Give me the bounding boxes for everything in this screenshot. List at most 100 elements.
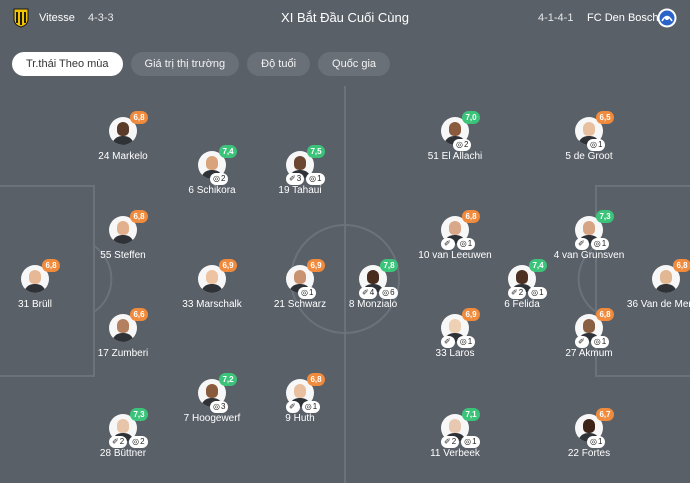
stat-value: 2 [451,437,457,446]
player-name[interactable]: 33 Marschalk [162,299,262,311]
rating-badge: 6,8 [462,210,480,223]
avatar-head [117,319,129,333]
goal-stat: ◎ 2 [453,139,472,151]
avatar-head [583,319,595,333]
rating-badge: 6,6 [130,308,148,321]
rating-badge: 7,2 [219,373,237,386]
player-name[interactable]: 19 Tahaui [250,185,350,197]
player-stats: ✐ ◎ 1 [441,336,476,348]
ball-icon: ◎ [590,140,597,149]
player-stats: ✐ ◎ 1 [441,238,476,250]
player-stats: ◎ 2 [453,139,472,151]
player-name[interactable]: 6 Felida [472,299,572,311]
goal-stat: ◎ 3 [210,401,229,413]
assist-stat: ✐ [575,238,589,250]
avatar-head [449,419,461,433]
stat-value: 1 [597,140,603,149]
player-name[interactable]: 22 Fortes [539,448,639,460]
rating-badge: 7,8 [380,259,398,272]
goal-stat: ◎ 1 [456,336,476,348]
ball-icon: ◎ [464,437,472,446]
goal-stat: ◎ 1 [590,238,610,250]
ball-icon: ◎ [531,288,539,297]
stat-value: 1 [601,337,607,346]
stat-value: 2 [220,174,226,183]
avatar-head [583,122,595,136]
ball-icon: ◎ [213,402,220,411]
avatar-head [206,156,218,170]
player-stats: ◎ 1 [298,287,317,299]
rating-badge: 6,9 [462,308,480,321]
player-stats: ✐ 2 ◎ 1 [441,436,480,448]
rating-badge: 6,8 [307,373,325,386]
player-name[interactable]: 4 van Grunsven [539,250,639,262]
avatar-shoulders [24,284,46,293]
player-name[interactable]: 11 Verbeek [405,448,505,460]
goal-stat: ◎ 1 [298,287,317,299]
assist-stat: ✐ 2 [109,436,128,448]
player-name[interactable]: 27 Akmum [539,348,639,360]
ball-icon: ◎ [590,437,597,446]
player-stats: ◎ 3 [210,401,229,413]
rating-badge: 6,8 [42,259,60,272]
player-stats: ✐ 2 ◎ 2 [109,436,148,448]
player-stats: ◎ 1 [587,139,606,151]
player-name[interactable]: 31 Brüll [0,299,85,311]
ball-icon: ◎ [213,174,220,183]
avatar-head [117,221,129,235]
stat-value: 1 [467,239,473,248]
player-name[interactable]: 17 Zumberi [73,348,173,360]
player-name[interactable]: 24 Markelo [73,151,173,163]
assist-stat: ✐ 2 [441,436,460,448]
assist-stat: ✐ 3 [286,173,305,185]
player-name[interactable]: 6 Schikora [162,185,262,197]
assist-stat: ✐ [575,336,589,348]
avatar-head [449,122,461,136]
stat-value: 2 [140,437,145,446]
assist-stat: ✐ [441,336,455,348]
player-name[interactable]: 5 de Groot [539,151,639,163]
player-name[interactable]: 36 Van de Merbel [616,299,690,311]
avatar-head [29,270,41,284]
avatar-head [516,270,528,284]
assist-stat: ✐ [286,401,300,413]
lineup-header: Vitesse 4-3-3 XI Bắt Đầu Cuối Cùng 4-1-4… [0,0,690,38]
player-name[interactable]: 55 Steffen [73,250,173,262]
ball-icon: ◎ [459,239,467,248]
stat-value: 1 [317,174,322,183]
player-name[interactable]: 8 Monzialo [323,299,423,311]
player-name[interactable]: 10 van Leeuwen [405,250,505,262]
goal-stat: ◎ 1 [301,401,321,413]
rating-badge: 6,9 [307,259,325,272]
tab-age[interactable]: Độ tuổi [247,52,311,76]
avatar-shoulders [655,284,677,293]
away-team-name[interactable]: FC Den Bosch [587,12,659,24]
avatar-head [294,270,306,284]
goal-stat: ◎ 1 [456,238,476,250]
den-bosch-crest-icon [657,8,677,28]
stat-value: 1 [597,437,603,446]
avatar-shoulders [112,333,134,342]
ball-icon: ◎ [382,288,390,297]
boot-icon: ✐ [112,437,119,446]
rating-badge: 6,8 [130,210,148,223]
goal-stat: ◎ 1 [528,287,547,299]
player-name[interactable]: 9 Huth [250,413,350,425]
rating-badge: 6,8 [130,111,148,124]
avatar-head [206,270,218,284]
stat-value: 1 [539,288,544,297]
stat-value: 4 [369,288,375,297]
boot-icon: ✐ [289,402,296,411]
tab-season-stats[interactable]: Tr.thái Theo mùa [12,52,123,76]
away-formation: 4-1-4-1 [538,12,574,24]
player-name[interactable]: 28 Büttner [73,448,173,460]
goal-stat: ◎ 2 [129,436,148,448]
tab-market-value[interactable]: Giá trị thị trường [130,52,240,76]
rating-badge: 7,1 [462,408,480,421]
tab-nationality[interactable]: Quốc gia [318,52,391,76]
player-name[interactable]: 51 El Allachi [405,151,505,163]
player-name[interactable]: 7 Hoogewerf [162,413,262,425]
boot-icon: ✐ [444,337,451,346]
player-name[interactable]: 33 Laros [405,348,505,360]
goal-stat: ◎ 1 [587,436,606,448]
